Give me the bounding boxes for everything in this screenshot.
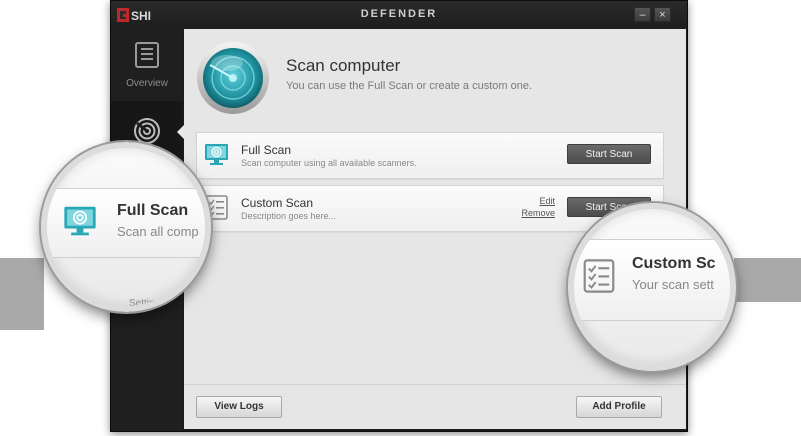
active-indicator [177,125,184,139]
add-profile-button[interactable]: Add Profile [576,396,662,418]
edit-link[interactable]: Edit [539,196,555,206]
footer-bar: View Logs Add Profile [184,384,686,430]
background-block-left [0,258,44,330]
view-logs-button[interactable]: View Logs [196,396,282,418]
radar-icon [197,42,269,114]
zoomed-title: Full Scan [117,202,189,219]
start-scan-button[interactable]: Start Scan [567,144,651,164]
page-subtitle: You can use the Full Scan or create a cu… [286,80,533,92]
magnifier-custom-scan: Custom Sc Your scan sett [568,203,736,371]
close-button[interactable]: × [654,7,671,22]
zoomed-description: Your scan sett [632,277,714,292]
monitor-icon [205,144,228,165]
monitor-icon [64,206,96,236]
zoomed-title: Custom Sc [632,255,716,272]
page-title: Scan computer [286,56,401,75]
profile-description: Description goes here... [241,211,337,221]
sidebar-item-label: Overview [126,78,168,89]
scan-icon [134,118,160,144]
profile-title: Custom Scan [241,196,314,210]
checklist-icon [583,259,615,293]
remove-link[interactable]: Remove [521,208,555,218]
magnifier-full-scan: Full Scan Scan all comp Settings [41,142,211,312]
minimize-button[interactable]: – [634,7,651,22]
title-bar[interactable]: SHI DEFENDER – × [111,1,687,29]
profile-description: Scan computer using all available scanne… [241,158,417,168]
background-block-right [734,258,801,302]
window-title: DEFENDER [360,8,438,20]
profile-title: Full Scan [241,143,292,157]
overview-icon [135,42,159,68]
sidebar-item-overview[interactable]: Overview [111,29,183,101]
zoomed-description: Scan all comp [117,224,199,239]
profile-card-full-scan[interactable]: Full Scan Scan computer using all availa… [196,132,664,179]
